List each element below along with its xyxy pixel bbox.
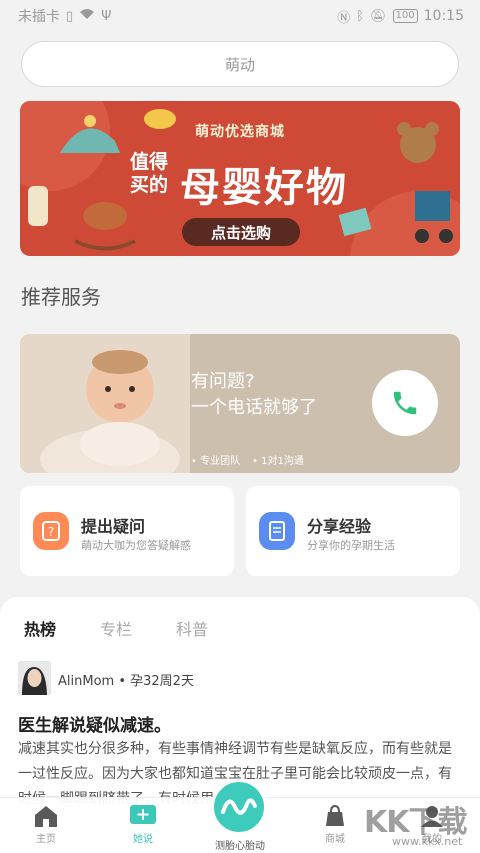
mall-icon: [305, 802, 365, 830]
tabbar-talk[interactable]: 她说: [113, 802, 173, 845]
bottle-icon: [28, 186, 48, 226]
feed-tabs: 热榜 专栏 科普: [24, 616, 208, 640]
ask-question-sub: 萌动大咖为您答疑解惑: [81, 539, 191, 552]
service-text: 有问题? 一个电话就够了: [191, 369, 317, 421]
service-tag: • 1对1沟通: [252, 456, 304, 467]
clock: 10:15: [423, 8, 464, 24]
svg-text:?: ?: [48, 525, 54, 539]
tabbar-mall[interactable]: 商城: [305, 802, 365, 845]
mall-banner[interactable]: 萌动优选商城 值得买的 母婴好物 点击选购: [20, 101, 460, 256]
banner-headline: 母婴好物: [180, 165, 348, 211]
home-icon: [16, 802, 76, 830]
stroller-icon: [415, 191, 453, 243]
nfc-icon: Ⓝ: [337, 10, 351, 26]
carrier-text: 未插卡: [18, 9, 60, 25]
share-experience-card[interactable]: 分享经验 分享你的孕期生活: [246, 486, 460, 576]
service-line1: 有问题?: [191, 371, 255, 392]
status-bar: 未插卡 ▯ Ψ Ⓝ ᛒ 🔕︎ 100 10:15: [0, 0, 480, 32]
mute-icon: 🔕︎: [370, 8, 387, 24]
usb-icon: Ψ: [101, 8, 112, 24]
share-experience-title: 分享经验: [307, 517, 372, 536]
service-tags: • 专业团队 • 1对1沟通: [191, 452, 304, 467]
chat-plus-icon: [113, 802, 173, 830]
banner-sub: 值得买的: [130, 151, 169, 196]
post-title[interactable]: 医生解说疑似减速。: [18, 711, 171, 736]
ask-question-title: 提出疑问: [81, 517, 146, 536]
search-input[interactable]: 萌动: [21, 41, 459, 87]
phone-service-card[interactable]: 有问题? 一个电话就够了 • 专业团队 • 1对1沟通: [20, 334, 460, 473]
tabbar-label: 商城: [325, 834, 345, 845]
tabbar-home[interactable]: 主页: [16, 802, 76, 845]
avatar[interactable]: [18, 661, 51, 695]
battery-icon: 100: [392, 9, 418, 23]
document-icon: [259, 512, 295, 550]
tab-column[interactable]: 专栏: [100, 616, 132, 640]
sim-icon: ▯: [66, 8, 74, 24]
post-author: AlinMom • 孕32周2天: [58, 670, 194, 689]
service-tag: • 专业团队: [191, 456, 241, 467]
watermark-url: www.kkx.net: [392, 835, 463, 848]
shop-now-button[interactable]: 点击选购: [182, 218, 300, 246]
baby-photo: [20, 334, 190, 473]
call-button[interactable]: [372, 370, 438, 436]
heartbeat-wave-icon: [221, 798, 257, 815]
ask-question-card[interactable]: ? 提出疑问 萌动大咖为您答疑解惑: [20, 486, 234, 576]
banner-brand: 萌动优选商城: [195, 124, 285, 140]
search-placeholder: 萌动: [224, 55, 255, 74]
heartbeat-button[interactable]: [211, 779, 267, 835]
share-experience-sub: 分享你的孕期生活: [307, 539, 395, 552]
tab-hot[interactable]: 热榜: [24, 616, 56, 640]
watermark: KK下载 www.kkx.net: [360, 795, 478, 853]
author-name[interactable]: AlinMom: [58, 674, 114, 689]
service-line2: 一个电话就够了: [191, 397, 317, 418]
tabbar-label: 她说: [133, 834, 153, 845]
tabbar-label: 主页: [36, 834, 56, 845]
tab-science[interactable]: 科普: [176, 616, 208, 640]
pregnancy-week: • 孕32周2天: [118, 674, 194, 689]
wifi-icon: [79, 8, 95, 24]
question-icon: ?: [33, 512, 69, 550]
section-title: 推荐服务: [21, 285, 101, 309]
phone-icon: [393, 391, 417, 415]
heartbeat-label: 测胎心胎动: [215, 841, 265, 852]
bluetooth-icon: ᛒ: [356, 8, 365, 24]
